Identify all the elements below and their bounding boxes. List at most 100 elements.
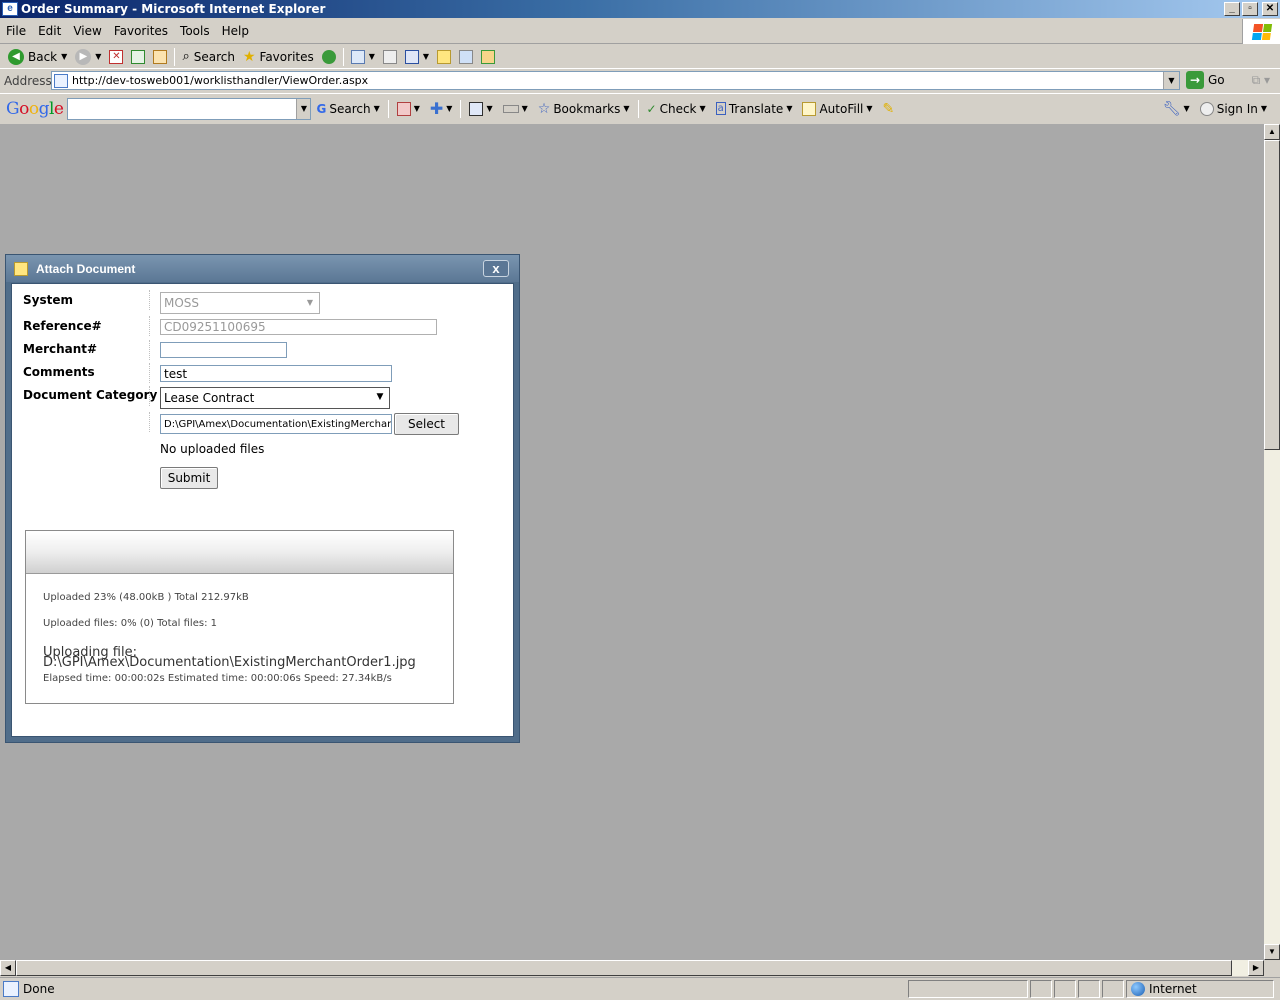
chevron-down-icon[interactable]: ▼	[1163, 72, 1179, 89]
dialog-close-button[interactable]: x	[483, 260, 509, 277]
horizontal-scrollbar[interactable]: ◀ ▶	[0, 960, 1264, 976]
chevron-down-icon[interactable]: ▼	[423, 52, 429, 61]
chevron-down-icon[interactable]: ▼	[369, 52, 375, 61]
chevron-down-icon[interactable]: ▼	[1184, 104, 1190, 113]
search-button[interactable]: ⌕ Search	[178, 46, 239, 68]
forward-button[interactable]: ▶ ▼	[71, 46, 105, 68]
print-button[interactable]	[379, 46, 401, 68]
messenger-button[interactable]	[477, 46, 499, 68]
notes-button[interactable]	[433, 46, 455, 68]
close-window-button[interactable]: ✕	[1262, 2, 1278, 16]
add-button[interactable]: ✚ ▼	[425, 99, 458, 118]
menu-help[interactable]: Help	[216, 24, 255, 38]
history-button[interactable]	[318, 46, 340, 68]
merchant-field[interactable]	[160, 342, 287, 358]
share-button[interactable]: ▼	[464, 101, 497, 116]
translate-button[interactable]: a Translate ▼	[711, 102, 798, 116]
select-file-button[interactable]: Select	[394, 413, 459, 435]
vertical-scrollbar[interactable]: ▲ ▼	[1264, 124, 1280, 960]
menu-view[interactable]: View	[67, 24, 107, 38]
chevron-down-icon: ▼	[306, 298, 314, 307]
signin-label: Sign In	[1216, 101, 1258, 116]
category-select[interactable]: Lease Contract ▼	[160, 387, 390, 409]
minimize-button[interactable]: _	[1224, 2, 1240, 16]
stop-button[interactable]: ✕	[105, 46, 127, 68]
elapsed-time-text: Elapsed time: 00:00:02s Estimated time: …	[43, 673, 392, 684]
go-button[interactable]: → Go	[1186, 71, 1225, 89]
google-search-button[interactable]: G Search ▼	[311, 102, 384, 116]
windows-flag-icon	[1251, 23, 1272, 40]
chevron-down-icon[interactable]: ▼	[296, 98, 311, 119]
status-panel	[1054, 980, 1076, 998]
chevron-down-icon[interactable]: ▼	[522, 104, 528, 113]
refresh-icon	[131, 49, 146, 64]
maximize-button[interactable]: ▫	[1242, 2, 1258, 16]
research-button[interactable]	[455, 46, 477, 68]
pencil-icon: ✎	[882, 100, 895, 117]
address-bar: Address http://dev-tosweb001/worklisthan…	[0, 70, 1280, 92]
links-icon[interactable]: ⧉ ▾	[1252, 73, 1270, 88]
scroll-down-icon[interactable]: ▼	[1264, 944, 1280, 960]
edit-button[interactable]: ▼	[401, 46, 433, 68]
autofill-button[interactable]: AutoFill ▼	[797, 101, 877, 116]
menu-favorites[interactable]: Favorites	[108, 24, 174, 38]
address-url[interactable]: http://dev-tosweb001/worklisthandler/Vie…	[72, 74, 368, 87]
dialog-title: Attach Document	[36, 261, 136, 276]
spellcheck-icon: ✓	[646, 101, 657, 116]
chevron-down-icon[interactable]: ▼	[1261, 104, 1267, 113]
dialog-title-bar[interactable]: Attach Document x	[6, 255, 519, 282]
highlighter-button[interactable]: ✎	[878, 101, 900, 117]
menu-file[interactable]: File	[0, 24, 32, 38]
status-text: Done	[23, 982, 55, 996]
status-panel	[1078, 980, 1100, 998]
popup-blocker-button[interactable]: ▼	[392, 101, 425, 116]
comments-field[interactable]: test	[160, 365, 392, 382]
refresh-button[interactable]	[127, 46, 149, 68]
dialog-body: System Reference# Merchant# Comments Doc…	[11, 283, 514, 737]
signin-button[interactable]: Sign In ▼	[1195, 101, 1272, 116]
vertical-scroll-thumb[interactable]	[1264, 140, 1280, 450]
address-input[interactable]: http://dev-tosweb001/worklisthandler/Vie…	[51, 71, 1180, 90]
chevron-down-icon[interactable]: ▼	[446, 104, 452, 113]
menu-edit[interactable]: Edit	[32, 24, 67, 38]
check-button[interactable]: ✓ Check ▼	[642, 102, 711, 116]
zone-label: Internet	[1149, 982, 1197, 996]
wrench-icon: 🔧︎	[1162, 100, 1181, 117]
submit-button[interactable]: Submit	[160, 467, 218, 489]
highlight-button[interactable]: ▼	[498, 104, 533, 113]
chevron-down-icon[interactable]: ▼	[414, 104, 420, 113]
reference-field: CD09251100695	[160, 319, 437, 335]
attach-document-dialog: Attach Document x System Reference# Merc…	[5, 254, 520, 743]
menu-tools[interactable]: Tools	[174, 24, 216, 38]
chevron-down-icon[interactable]: ▼	[95, 52, 101, 61]
print-icon	[382, 49, 397, 64]
chevron-down-icon[interactable]: ▼	[866, 104, 872, 113]
file-path-field[interactable]: D:\GPI\Amex\Documentation\ExistingMercha…	[160, 414, 392, 434]
star-outline-icon: ☆	[537, 100, 551, 117]
chevron-down-icon[interactable]: ▼	[372, 389, 388, 406]
settings-button[interactable]: 🔧︎ ▼	[1158, 101, 1195, 117]
document-icon	[14, 261, 28, 276]
bookmarks-button[interactable]: ☆ Bookmarks ▼	[533, 101, 635, 117]
google-g-icon: G	[316, 101, 327, 116]
mail-button[interactable]: ▼	[347, 46, 379, 68]
scroll-right-icon[interactable]: ▶	[1248, 960, 1264, 976]
google-search-input[interactable]: ▼	[67, 97, 312, 120]
chevron-down-icon[interactable]: ▼	[623, 104, 629, 113]
horizontal-scroll-thumb[interactable]	[16, 960, 1232, 976]
bookmarks-label: Bookmarks	[553, 101, 621, 116]
scroll-left-icon[interactable]: ◀	[0, 960, 16, 976]
chevron-down-icon[interactable]: ▼	[486, 104, 492, 113]
chevron-down-icon[interactable]: ▼	[374, 104, 380, 113]
uploaded-files-text: Uploaded files: 0% (0) Total files: 1	[43, 618, 217, 629]
home-button[interactable]	[149, 46, 171, 68]
chevron-down-icon[interactable]: ▼	[700, 104, 706, 113]
favorites-button[interactable]: ★ Favorites	[239, 46, 318, 68]
back-button[interactable]: ◀ Back ▼	[4, 46, 71, 68]
divider	[149, 363, 150, 383]
chevron-down-icon[interactable]: ▼	[786, 104, 792, 113]
page-icon	[54, 73, 68, 88]
chevron-down-icon[interactable]: ▼	[61, 52, 67, 61]
scroll-up-icon[interactable]: ▲	[1264, 124, 1280, 140]
google-toolbar: Google ▼ G Search ▼ ▼ ✚ ▼ ▼ ▼ ☆ Bookmarks…	[0, 93, 1280, 123]
